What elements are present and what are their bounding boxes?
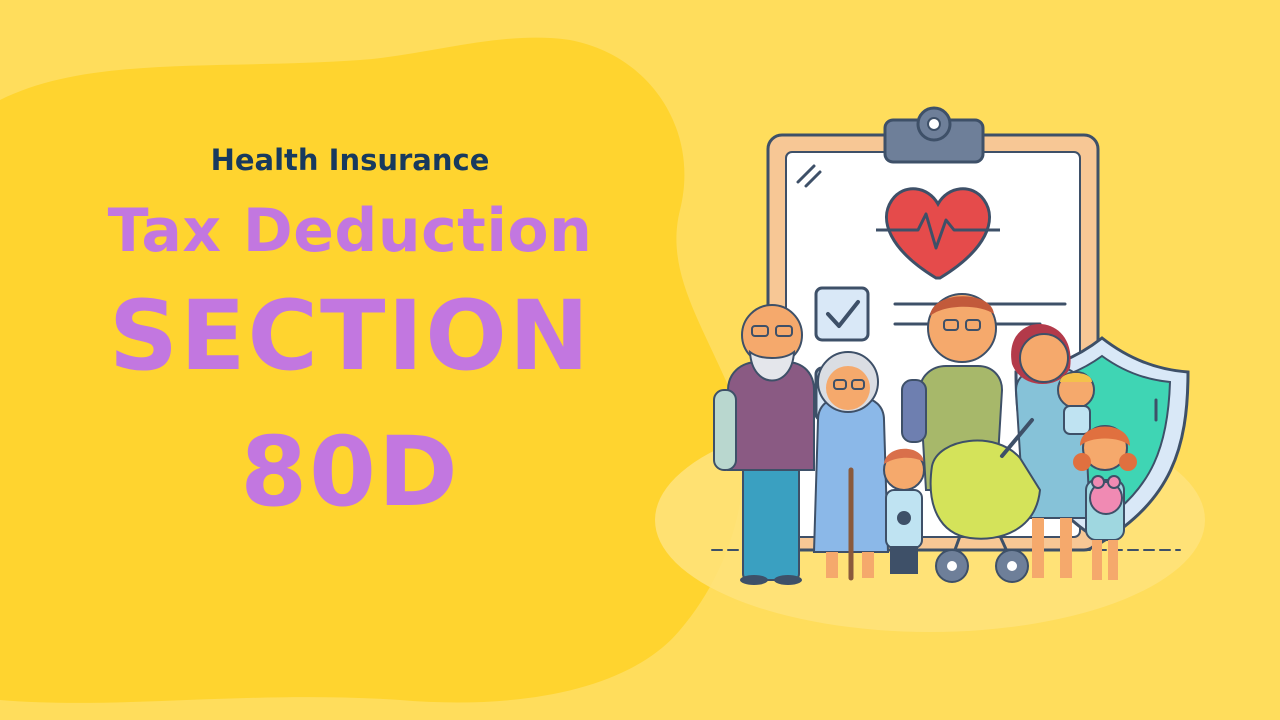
subtitle: Health Insurance <box>210 143 490 177</box>
grandfather-figure <box>713 304 815 585</box>
heading-block: Health Insurance Tax Deduction SECTION 8… <box>40 130 660 528</box>
grandmother-figure <box>812 351 890 581</box>
boy-figure <box>883 448 925 574</box>
family-health-illustration <box>711 106 1190 585</box>
page-title: Tax Deduction <box>107 196 593 266</box>
section-number: 80D <box>240 416 460 528</box>
hero-banner: Health Insurance Tax Deduction SECTION 8… <box>0 0 1280 720</box>
section-label: SECTION <box>108 280 592 392</box>
